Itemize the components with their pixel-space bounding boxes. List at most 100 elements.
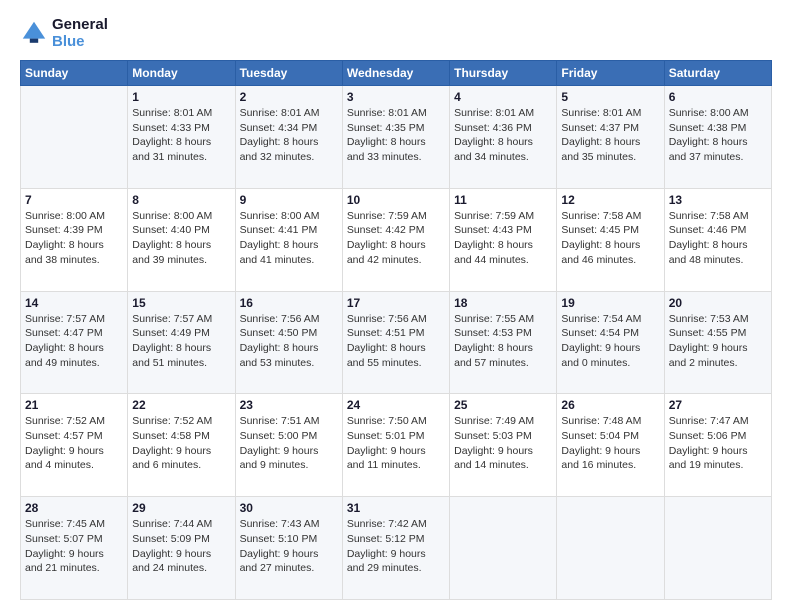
day-info: Sunrise: 7:52 AMSunset: 4:57 PMDaylight:… [25,414,123,473]
day-info: Sunrise: 7:57 AMSunset: 4:49 PMDaylight:… [132,312,230,371]
day-info: Sunrise: 8:01 AMSunset: 4:34 PMDaylight:… [240,106,338,165]
day-number: 19 [561,296,659,310]
calendar-cell: 10 Sunrise: 7:59 AMSunset: 4:42 PMDayligh… [342,188,449,291]
day-info: Sunrise: 7:51 AMSunset: 5:00 PMDaylight:… [240,414,338,473]
weekday-header-saturday: Saturday [664,61,771,86]
day-number: 4 [454,90,552,104]
calendar-cell: 13Sunrise: 7:58 AMSunset: 4:46 PMDayligh… [664,188,771,291]
calendar-cell: 15Sunrise: 7:57 AMSunset: 4:49 PMDayligh… [128,291,235,394]
day-number: 10 [347,193,445,207]
calendar-cell: 20Sunrise: 7:53 AMSunset: 4:55 PMDayligh… [664,291,771,394]
calendar-cell: 5 Sunrise: 8:01 AMSunset: 4:37 PMDaylight… [557,86,664,189]
day-info: Sunrise: 8:00 AMSunset: 4:38 PMDaylight:… [669,106,767,165]
day-number: 23 [240,398,338,412]
calendar-cell: 1 Sunrise: 8:01 AMSunset: 4:33 PMDaylight… [128,86,235,189]
day-number: 21 [25,398,123,412]
day-number: 25 [454,398,552,412]
day-info: Sunrise: 7:55 AMSunset: 4:53 PMDaylight:… [454,312,552,371]
day-info: Sunrise: 7:45 AMSunset: 5:07 PMDaylight:… [25,517,123,576]
calendar-cell [664,497,771,600]
day-info: Sunrise: 7:58 AMSunset: 4:45 PMDaylight:… [561,209,659,268]
day-info: Sunrise: 7:57 AMSunset: 4:47 PMDaylight:… [25,312,123,371]
day-number: 1 [132,90,230,104]
day-info: Sunrise: 7:48 AMSunset: 5:04 PMDaylight:… [561,414,659,473]
logo: General Blue [20,16,108,50]
day-info: Sunrise: 8:01 AMSunset: 4:35 PMDaylight:… [347,106,445,165]
day-number: 9 [240,193,338,207]
day-info: Sunrise: 7:52 AMSunset: 4:58 PMDaylight:… [132,414,230,473]
day-number: 22 [132,398,230,412]
day-number: 27 [669,398,767,412]
day-info: Sunrise: 8:00 AMSunset: 4:39 PMDaylight:… [25,209,123,268]
logo-text: General Blue [52,16,108,50]
day-info: Sunrise: 7:50 AMSunset: 5:01 PMDaylight:… [347,414,445,473]
weekday-header-thursday: Thursday [450,61,557,86]
calendar-cell: 23 Sunrise: 7:51 AMSunset: 5:00 PMDayligh… [235,394,342,497]
day-info: Sunrise: 7:56 AMSunset: 4:51 PMDaylight:… [347,312,445,371]
calendar-cell: 28Sunrise: 7:45 AMSunset: 5:07 PMDayligh… [21,497,128,600]
calendar-cell: 26 Sunrise: 7:48 AMSunset: 5:04 PMDayligh… [557,394,664,497]
day-info: Sunrise: 7:56 AMSunset: 4:50 PMDaylight:… [240,312,338,371]
day-number: 31 [347,501,445,515]
day-number: 14 [25,296,123,310]
calendar-cell: 7 Sunrise: 8:00 AMSunset: 4:39 PMDaylight… [21,188,128,291]
weekday-header-row: SundayMondayTuesdayWednesdayThursdayFrid… [21,61,772,86]
day-info: Sunrise: 7:58 AMSunset: 4:46 PMDaylight:… [669,209,767,268]
weekday-header-friday: Friday [557,61,664,86]
calendar-cell: 12 Sunrise: 7:58 AMSunset: 4:45 PMDayligh… [557,188,664,291]
calendar-cell: 16 Sunrise: 7:56 AMSunset: 4:50 PMDayligh… [235,291,342,394]
calendar-cell: 17 Sunrise: 7:56 AMSunset: 4:51 PMDayligh… [342,291,449,394]
day-number: 16 [240,296,338,310]
day-number: 12 [561,193,659,207]
day-info: Sunrise: 8:00 AMSunset: 4:40 PMDaylight:… [132,209,230,268]
day-info: Sunrise: 7:54 AMSunset: 4:54 PMDaylight:… [561,312,659,371]
day-number: 30 [240,501,338,515]
calendar-cell: 29Sunrise: 7:44 AMSunset: 5:09 PMDayligh… [128,497,235,600]
weekday-header-monday: Monday [128,61,235,86]
day-info: Sunrise: 7:47 AMSunset: 5:06 PMDaylight:… [669,414,767,473]
calendar-cell: 21 Sunrise: 7:52 AMSunset: 4:57 PMDayligh… [21,394,128,497]
day-number: 18 [454,296,552,310]
day-info: Sunrise: 7:42 AMSunset: 5:12 PMDaylight:… [347,517,445,576]
calendar-cell: 19 Sunrise: 7:54 AMSunset: 4:54 PMDayligh… [557,291,664,394]
calendar-cell: 27 Sunrise: 7:47 AMSunset: 5:06 PMDayligh… [664,394,771,497]
day-info: Sunrise: 8:01 AMSunset: 4:37 PMDaylight:… [561,106,659,165]
day-info: Sunrise: 7:53 AMSunset: 4:55 PMDaylight:… [669,312,767,371]
day-info: Sunrise: 8:01 AMSunset: 4:33 PMDaylight:… [132,106,230,165]
week-row-4: 21 Sunrise: 7:52 AMSunset: 4:57 PMDayligh… [21,394,772,497]
day-number: 8 [132,193,230,207]
calendar-cell [450,497,557,600]
calendar-cell [21,86,128,189]
page: General Blue SundayMondayTuesdayWednesda… [0,0,792,612]
day-info: Sunrise: 7:59 AMSunset: 4:43 PMDaylight:… [454,209,552,268]
calendar-cell: 30 Sunrise: 7:43 AMSunset: 5:10 PMDayligh… [235,497,342,600]
calendar-cell: 3 Sunrise: 8:01 AMSunset: 4:35 PMDaylight… [342,86,449,189]
week-row-1: 1 Sunrise: 8:01 AMSunset: 4:33 PMDaylight… [21,86,772,189]
day-info: Sunrise: 7:43 AMSunset: 5:10 PMDaylight:… [240,517,338,576]
calendar-cell: 18 Sunrise: 7:55 AMSunset: 4:53 PMDayligh… [450,291,557,394]
weekday-header-wednesday: Wednesday [342,61,449,86]
weekday-header-tuesday: Tuesday [235,61,342,86]
day-number: 11 [454,193,552,207]
calendar-cell: 22 Sunrise: 7:52 AMSunset: 4:58 PMDayligh… [128,394,235,497]
calendar-cell: 31 Sunrise: 7:42 AMSunset: 5:12 PMDayligh… [342,497,449,600]
day-number: 7 [25,193,123,207]
day-number: 17 [347,296,445,310]
calendar-cell: 2Sunrise: 8:01 AMSunset: 4:34 PMDaylight… [235,86,342,189]
day-info: Sunrise: 7:49 AMSunset: 5:03 PMDaylight:… [454,414,552,473]
calendar-cell: 14 Sunrise: 7:57 AMSunset: 4:47 PMDayligh… [21,291,128,394]
calendar-cell: 4Sunrise: 8:01 AMSunset: 4:36 PMDaylight… [450,86,557,189]
calendar-cell: 24 Sunrise: 7:50 AMSunset: 5:01 PMDayligh… [342,394,449,497]
calendar-cell: 6 Sunrise: 8:00 AMSunset: 4:38 PMDaylight… [664,86,771,189]
calendar-cell: 11 Sunrise: 7:59 AMSunset: 4:43 PMDayligh… [450,188,557,291]
day-number: 6 [669,90,767,104]
day-number: 5 [561,90,659,104]
day-info: Sunrise: 7:59 AMSunset: 4:42 PMDaylight:… [347,209,445,268]
calendar-cell [557,497,664,600]
day-number: 3 [347,90,445,104]
header: General Blue [20,16,772,50]
day-info: Sunrise: 8:00 AMSunset: 4:41 PMDaylight:… [240,209,338,268]
calendar-cell: 9 Sunrise: 8:00 AMSunset: 4:41 PMDaylight… [235,188,342,291]
day-number: 24 [347,398,445,412]
day-number: 26 [561,398,659,412]
